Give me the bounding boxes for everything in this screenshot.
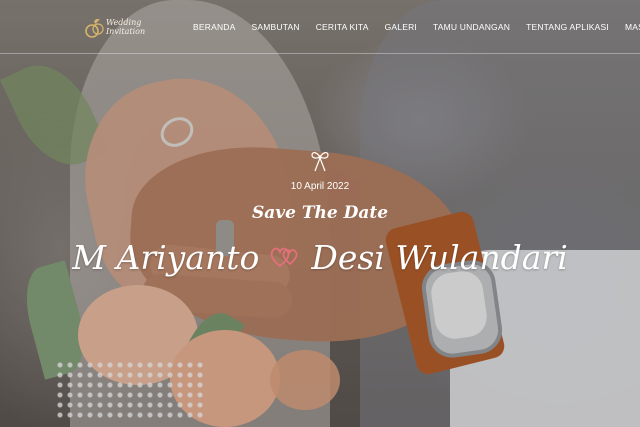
bride-name: Desi Wulandari bbox=[311, 237, 568, 277]
wedding-date: 10 April 2022 bbox=[290, 181, 350, 192]
couple-names: M Ariyanto Desi Wulandari bbox=[0, 233, 640, 281]
double-heart-icon bbox=[270, 247, 298, 268]
groom-name: M Ariyanto bbox=[72, 237, 260, 277]
save-the-date-heading: Save The Date bbox=[251, 203, 389, 223]
ribbon-bow-icon bbox=[311, 152, 329, 172]
hero-content: 10 April 2022 Save The Date M Ariyanto D… bbox=[0, 0, 640, 427]
